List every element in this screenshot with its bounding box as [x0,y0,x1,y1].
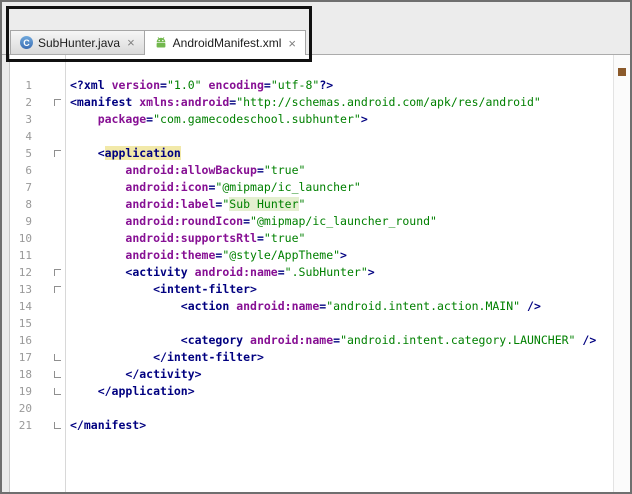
line-number: 14 [18,300,32,313]
code-text: </manifest> [70,418,147,432]
code-line[interactable]: 13 <intent-filter> [10,281,614,298]
code-text: <action android:name="android.intent.act… [180,299,541,313]
ide-window: C SubHunter.java × AndroidManifest.xml ×… [0,0,632,494]
line-number: 6 [25,164,32,177]
fold-marker-icon[interactable] [54,150,61,157]
code-line[interactable]: 10 android:supportsRtl="true" [10,230,614,247]
code-text: </intent-filter> [153,350,264,364]
fold-marker-icon[interactable] [54,388,61,395]
gutter-separator [65,55,66,492]
code-text: <intent-filter> [153,282,257,296]
line-number: 8 [25,198,32,211]
line-number: 19 [18,385,32,398]
line-number: 7 [25,181,32,194]
inspections-indicator-icon[interactable] [618,68,626,76]
line-number: 1 [25,79,32,92]
line-number: 16 [18,334,32,347]
close-tab-icon[interactable]: × [286,37,296,50]
code-line[interactable]: 2 <manifest xmlns:android="http://schemas… [10,94,614,111]
fold-marker-icon[interactable] [54,269,61,276]
code-text: <manifest xmlns:android="http://schemas.… [70,95,541,109]
line-number: 18 [18,368,32,381]
code-line[interactable]: 18 </activity> [10,366,614,383]
code-line[interactable]: 6 android:allowBackup="true" [10,162,614,179]
code-text: android:label="Sub Hunter" [125,197,306,211]
editor-tab-bar: C SubHunter.java × AndroidManifest.xml × [10,30,306,55]
tab-subhunter-java[interactable]: C SubHunter.java × [10,30,145,54]
code-line[interactable]: 9 android:roundIcon="@mipmap/ic_launcher… [10,213,614,230]
line-number: 21 [18,419,32,432]
code-text: </activity> [125,367,202,381]
fold-marker-icon[interactable] [54,99,61,106]
code-lines: 1 <?xml version="1.0" encoding="utf-8"?> 2… [10,77,614,434]
code-line[interactable]: 17 </intent-filter> [10,349,614,366]
editor-area: 1 <?xml version="1.0" encoding="utf-8"?> 2… [10,55,614,492]
code-text: </application> [97,384,195,398]
tab-androidmanifest-xml[interactable]: AndroidManifest.xml × [143,30,306,55]
line-number: 13 [18,283,32,296]
line-number: 9 [25,215,32,228]
code-text: android:roundIcon="@mipmap/ic_launcher_r… [125,214,437,228]
line-number: 11 [18,249,32,262]
tab-label: SubHunter.java [38,35,121,50]
code-line[interactable]: 4 [10,128,614,145]
code-line[interactable]: 5 <application [10,145,614,162]
fold-marker-icon[interactable] [54,286,61,293]
fold-marker-icon[interactable] [54,371,61,378]
code-line[interactable]: 3 package="com.gamecodeschool.subhunter"… [10,111,614,128]
code-line[interactable]: 7 android:icon="@mipmap/ic_launcher" [10,179,614,196]
code-text: android:theme="@style/AppTheme"> [125,248,347,262]
code-text: <category android:name="android.intent.c… [180,333,597,347]
code-line[interactable]: 1 <?xml version="1.0" encoding="utf-8"?> [10,77,614,94]
code-line[interactable]: 14 <action android:name="android.intent.… [10,298,614,315]
code-line[interactable]: 11 android:theme="@style/AppTheme"> [10,247,614,264]
code-text: android:allowBackup="true" [125,163,306,177]
fold-marker-icon[interactable] [54,422,61,429]
java-class-icon: C [20,36,33,49]
line-number: 20 [18,402,32,415]
code-line[interactable]: 20 [10,400,614,417]
code-line[interactable]: 8 android:label="Sub Hunter" [10,196,614,213]
code-text: <application [97,146,181,160]
android-icon [154,36,168,50]
line-number: 15 [18,317,32,330]
code-line[interactable]: 15 [10,315,614,332]
line-number: 12 [18,266,32,279]
editor-tab-bar-area: C SubHunter.java × AndroidManifest.xml × [2,2,630,55]
close-tab-icon[interactable]: × [125,36,135,49]
line-number: 4 [25,130,32,143]
code-line[interactable]: 19 </application> [10,383,614,400]
fold-marker-icon[interactable] [54,354,61,361]
line-number: 5 [25,147,32,160]
code-text: android:supportsRtl="true" [125,231,306,245]
line-number: 3 [25,113,32,126]
code-text: package="com.gamecodeschool.subhunter"> [97,112,368,126]
code-text: android:icon="@mipmap/ic_launcher" [125,180,361,194]
tab-label: AndroidManifest.xml [172,36,282,50]
line-number: 17 [18,351,32,364]
line-number: 2 [25,96,32,109]
line-number: 10 [18,232,32,245]
code-line[interactable]: 12 <activity android:name=".SubHunter"> [10,264,614,281]
scrollbar-track[interactable] [613,55,630,492]
code-text: <activity android:name=".SubHunter"> [125,265,375,279]
code-line[interactable]: 21 </manifest> [10,417,614,434]
left-tool-window-strip [2,55,10,492]
code-text: <?xml version="1.0" encoding="utf-8"?> [70,78,334,92]
code-line[interactable]: 16 <category android:name="android.inten… [10,332,614,349]
